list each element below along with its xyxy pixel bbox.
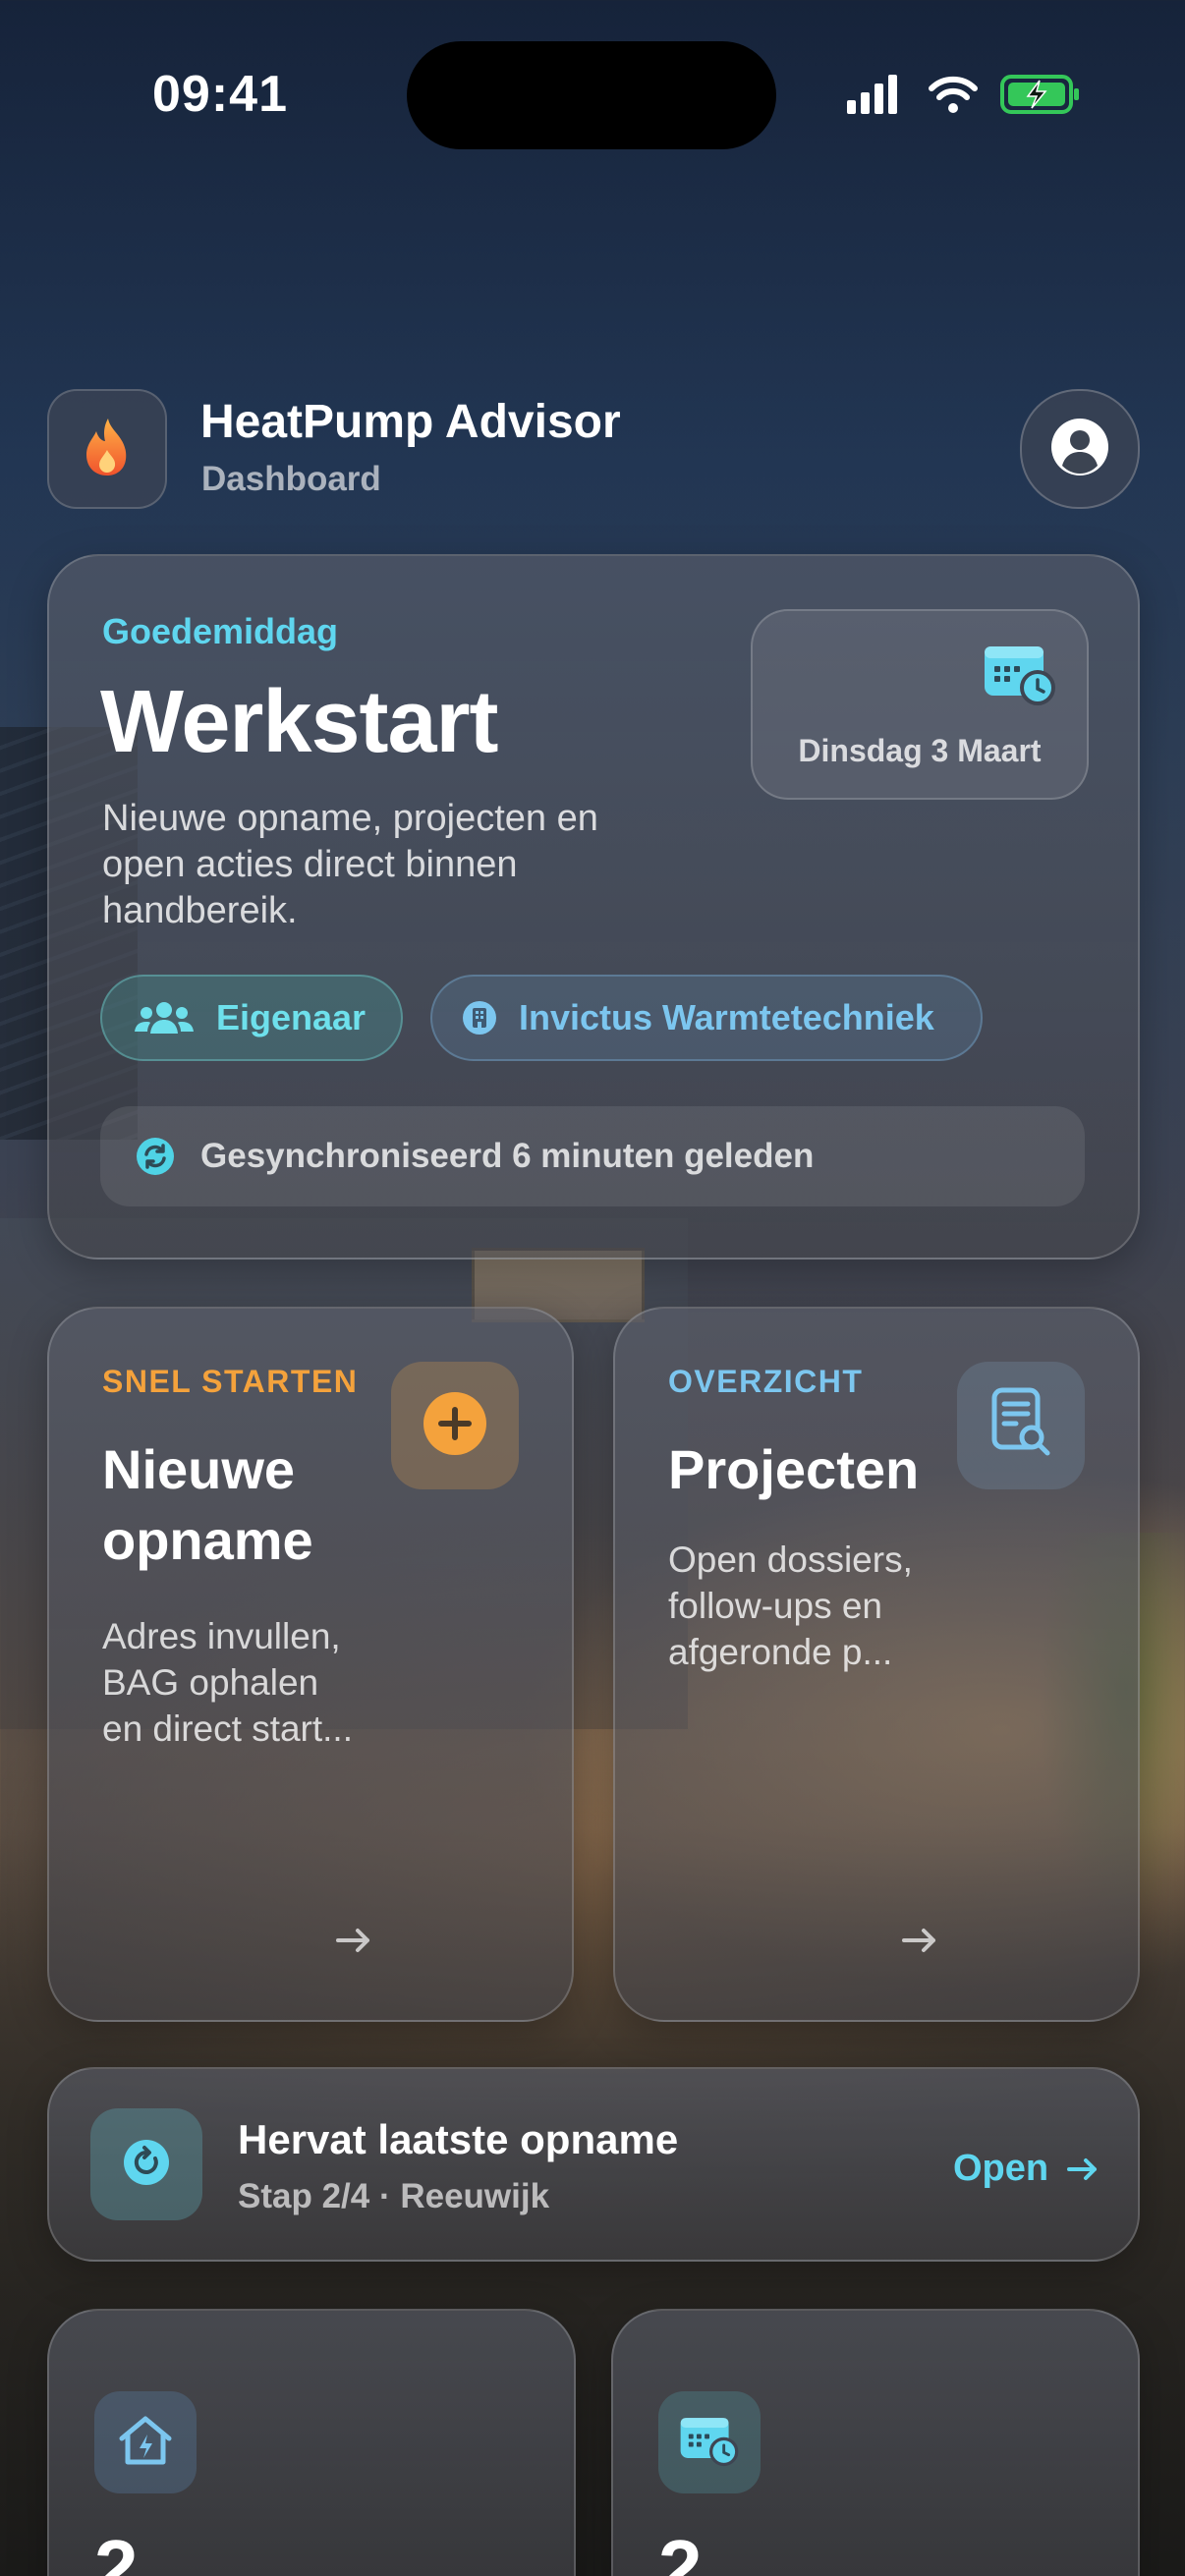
- user-circle-icon: [1049, 417, 1110, 482]
- new-survey-tile[interactable]: SNEL STARTEN Nieuwe opname Adres invulle…: [47, 1307, 574, 2022]
- new-survey-eyebrow: SNEL STARTEN: [102, 1364, 359, 1399]
- users-icon: [134, 1000, 195, 1036]
- resume-open-label: Open: [953, 2148, 1049, 2189]
- company-chip[interactable]: Invictus Warmtetechniek: [430, 975, 983, 1061]
- resume-survey-card[interactable]: Hervat laatste opname Stap 2/4 · Reeuwij…: [47, 2067, 1140, 2262]
- flame-icon: [81, 417, 134, 482]
- dynamic-island: [407, 41, 776, 149]
- hero-card: Goedemiddag Werkstart Nieuwe opname, pro…: [47, 554, 1140, 1260]
- wifi-icon: [929, 76, 978, 113]
- app-subtitle: Dashboard: [201, 460, 381, 498]
- calendar-clock-icon: [983, 643, 1057, 710]
- calendar-clock-icon: [679, 2414, 740, 2472]
- schedule-icon-box: [658, 2391, 761, 2493]
- new-survey-description: Adres invullen, BAG ophalen en direct st…: [102, 1616, 353, 1749]
- sync-icon: [136, 1137, 175, 1176]
- role-chip[interactable]: Eigenaar: [100, 975, 403, 1061]
- schedule-stat-tile[interactable]: 2: [611, 2309, 1140, 2576]
- schedule-stat-value: 2: [658, 2524, 703, 2576]
- resume-icon: [123, 2139, 170, 2191]
- hero-description: Nieuwe opname, projecten en open acties …: [102, 798, 598, 931]
- projects-icon-box: [957, 1362, 1085, 1489]
- company-chip-label: Invictus Warmtetechniek: [519, 997, 934, 1037]
- role-chip-label: Eigenaar: [216, 997, 367, 1037]
- app-title: HeatPump Advisor: [200, 396, 621, 448]
- sync-status-bar: Gesynchroniseerd 6 minuten geleden: [100, 1106, 1085, 1206]
- plus-circle-icon: [423, 1391, 487, 1461]
- document-search-icon: [988, 1386, 1053, 1466]
- resume-title: Hervat laatste opname: [238, 2116, 679, 2162]
- profile-button[interactable]: [1020, 389, 1140, 509]
- status-icons: [847, 71, 1083, 120]
- signal-icon: [847, 75, 897, 114]
- date-chip: Dinsdag 3 Maart: [751, 609, 1089, 800]
- houses-icon-box: [94, 2391, 197, 2493]
- projects-description: Open dossiers, follow-ups en afgeronde p…: [668, 1540, 913, 1672]
- projects-tile[interactable]: OVERZICHT Projecten Open dossiers, follo…: [613, 1307, 1140, 2022]
- building-icon: [462, 1000, 497, 1036]
- new-survey-title: Nieuwe opname: [102, 1438, 313, 1571]
- houses-stat-tile[interactable]: 2: [47, 2309, 576, 2576]
- date-label: Dinsdag 3 Maart: [798, 733, 1042, 768]
- resume-subtitle: Stap 2/4 · Reeuwijk: [238, 2177, 550, 2215]
- app-logo: [47, 389, 167, 509]
- projects-title: Projecten: [668, 1438, 920, 1500]
- greeting: Goedemiddag: [102, 611, 339, 651]
- arrow-right-icon: [900, 1926, 939, 1955]
- status-bar: 09:41: [0, 0, 1185, 187]
- sync-status-text: Gesynchroniseerd 6 minuten geleden: [200, 1137, 815, 1175]
- hero-title: Werkstart: [100, 673, 499, 771]
- resume-icon-box: [90, 2108, 202, 2220]
- projects-eyebrow: OVERZICHT: [668, 1364, 864, 1399]
- houses-stat-value: 2: [94, 2524, 139, 2576]
- house-bolt-icon: [116, 2413, 175, 2473]
- arrow-right-icon: [334, 1926, 373, 1955]
- arrow-right-icon: [1066, 2156, 1100, 2183]
- new-survey-icon-box: [391, 1362, 519, 1489]
- battery-icon: [1000, 75, 1079, 114]
- status-time: 09:41: [152, 66, 288, 123]
- resume-open-button[interactable]: Open: [953, 2148, 1100, 2190]
